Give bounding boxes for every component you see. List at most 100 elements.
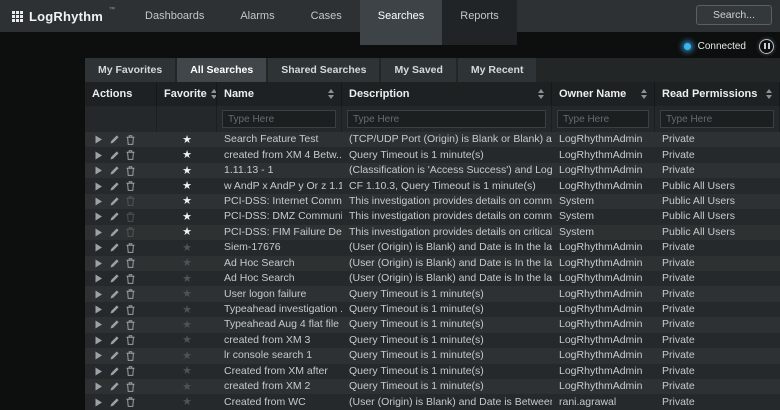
table-row[interactable]: ★ Ad Hoc Search (User (Origin) is Blank)…: [85, 256, 780, 271]
column-header-owner-name[interactable]: Owner Name: [552, 82, 655, 106]
sort-arrows-icon[interactable]: [211, 89, 217, 99]
run-search-icon[interactable]: [94, 166, 103, 175]
sort-arrows-icon[interactable]: [641, 89, 647, 99]
column-header-description[interactable]: Description: [342, 82, 552, 106]
table-row[interactable]: ★ w AndP x AndP y Or z 1.1... CF 1.10.3,…: [85, 178, 780, 193]
table-row[interactable]: ★ User logon failure Query Timeout is 1 …: [85, 286, 780, 301]
nav-item-reports[interactable]: Reports: [442, 0, 517, 45]
favorite-star-icon[interactable]: ★: [182, 211, 192, 223]
edit-icon[interactable]: [110, 290, 119, 299]
delete-icon[interactable]: [126, 181, 135, 191]
nav-item-searches[interactable]: Searches: [360, 0, 442, 45]
delete-icon[interactable]: [126, 274, 135, 284]
favorite-star-icon[interactable]: ★: [182, 134, 192, 146]
delete-icon[interactable]: [126, 397, 135, 407]
edit-icon[interactable]: [110, 259, 119, 268]
tab-my-saved[interactable]: My Saved: [381, 58, 455, 82]
filter-input-owner-name[interactable]: [557, 110, 649, 128]
favorite-star-icon[interactable]: ★: [182, 319, 192, 331]
edit-icon[interactable]: [110, 382, 119, 391]
run-search-icon[interactable]: [94, 212, 103, 221]
edit-icon[interactable]: [110, 166, 119, 175]
table-row[interactable]: ★ Created from WC (User (Origin) is Blan…: [85, 394, 780, 409]
filter-input-description[interactable]: [347, 110, 546, 128]
logo[interactable]: LogRhythm ™: [0, 0, 127, 32]
favorite-star-icon[interactable]: ★: [182, 226, 192, 238]
run-search-icon[interactable]: [94, 336, 103, 345]
delete-icon[interactable]: [126, 351, 135, 361]
delete-icon[interactable]: [126, 243, 135, 253]
favorite-star-icon[interactable]: ★: [182, 195, 192, 207]
run-search-icon[interactable]: [94, 367, 103, 376]
delete-icon[interactable]: [126, 227, 135, 237]
table-row[interactable]: ★ PCI-DSS: FIM Failure Detail This inves…: [85, 225, 780, 240]
run-search-icon[interactable]: [94, 274, 103, 283]
filter-input-name[interactable]: [222, 110, 336, 128]
edit-icon[interactable]: [110, 135, 119, 144]
table-row[interactable]: ★ PCI-DSS: Internet Comm... This investi…: [85, 194, 780, 209]
nav-item-cases[interactable]: Cases: [293, 0, 360, 32]
tab-shared-searches[interactable]: Shared Searches: [268, 58, 379, 82]
favorite-star-icon[interactable]: ★: [182, 334, 192, 346]
delete-icon[interactable]: [126, 320, 135, 330]
nav-item-dashboards[interactable]: Dashboards: [127, 0, 222, 32]
table-row[interactable]: ★ Typeahead Aug 4 flat file Query Timeou…: [85, 317, 780, 332]
table-row[interactable]: ★ created from XM 4 Betw... Query Timeou…: [85, 147, 780, 162]
favorite-star-icon[interactable]: ★: [182, 288, 192, 300]
delete-icon[interactable]: [126, 382, 135, 392]
sort-arrows-icon[interactable]: [538, 89, 544, 99]
favorite-star-icon[interactable]: ★: [182, 273, 192, 285]
delete-icon[interactable]: [126, 212, 135, 222]
favorite-star-icon[interactable]: ★: [182, 257, 192, 269]
edit-icon[interactable]: [110, 228, 119, 237]
delete-icon[interactable]: [126, 335, 135, 345]
nav-item-alarms[interactable]: Alarms: [222, 0, 292, 32]
delete-icon[interactable]: [126, 166, 135, 176]
run-search-icon[interactable]: [94, 151, 103, 160]
delete-icon[interactable]: [126, 196, 135, 206]
global-search-button[interactable]: Search...: [696, 5, 772, 25]
run-search-icon[interactable]: [94, 398, 103, 407]
column-header-name[interactable]: Name: [217, 82, 342, 106]
run-search-icon[interactable]: [94, 135, 103, 144]
column-header-favorite[interactable]: Favorite: [157, 82, 217, 106]
edit-icon[interactable]: [110, 305, 119, 314]
edit-icon[interactable]: [110, 182, 119, 191]
favorite-star-icon[interactable]: ★: [182, 350, 192, 362]
tab-my-favorites[interactable]: My Favorites: [85, 58, 175, 82]
edit-icon[interactable]: [110, 367, 119, 376]
filter-input-read-permissions[interactable]: [660, 110, 774, 128]
run-search-icon[interactable]: [94, 351, 103, 360]
favorite-star-icon[interactable]: ★: [182, 165, 192, 177]
delete-icon[interactable]: [126, 305, 135, 315]
table-row[interactable]: ★ created from XM 2 Query Timeout is 1 m…: [85, 379, 780, 394]
edit-icon[interactable]: [110, 398, 119, 407]
edit-icon[interactable]: [110, 351, 119, 360]
edit-icon[interactable]: [110, 320, 119, 329]
table-row[interactable]: ★ Siem-17676 (User (Origin) is Blank) an…: [85, 240, 780, 255]
pause-updates-button[interactable]: [759, 39, 774, 54]
sort-arrows-icon[interactable]: [328, 89, 334, 99]
run-search-icon[interactable]: [94, 259, 103, 268]
table-row[interactable]: ★ created from XM 3 Query Timeout is 1 m…: [85, 333, 780, 348]
delete-icon[interactable]: [126, 135, 135, 145]
table-row[interactable]: ★ Search Feature Test (TCP/UDP Port (Ori…: [85, 132, 780, 147]
run-search-icon[interactable]: [94, 290, 103, 299]
delete-icon[interactable]: [126, 150, 135, 160]
table-row[interactable]: ★ lr console search 1 Query Timeout is 1…: [85, 348, 780, 363]
run-search-icon[interactable]: [94, 243, 103, 252]
favorite-star-icon[interactable]: ★: [182, 149, 192, 161]
tab-my-recent[interactable]: My Recent: [458, 58, 537, 82]
edit-icon[interactable]: [110, 274, 119, 283]
favorite-star-icon[interactable]: ★: [182, 304, 192, 316]
table-row[interactable]: ★ 1.11.13 - 1 (Classification is 'Access…: [85, 163, 780, 178]
delete-icon[interactable]: [126, 366, 135, 376]
favorite-star-icon[interactable]: ★: [182, 381, 192, 393]
edit-icon[interactable]: [110, 212, 119, 221]
run-search-icon[interactable]: [94, 320, 103, 329]
run-search-icon[interactable]: [94, 197, 103, 206]
edit-icon[interactable]: [110, 243, 119, 252]
sort-arrows-icon[interactable]: [766, 89, 772, 99]
run-search-icon[interactable]: [94, 228, 103, 237]
edit-icon[interactable]: [110, 336, 119, 345]
